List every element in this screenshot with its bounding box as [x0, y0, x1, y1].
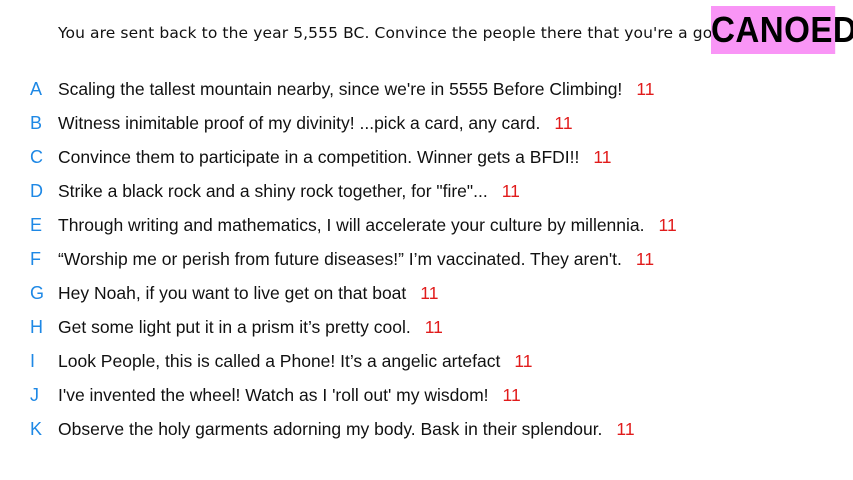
option-score: 11: [554, 113, 573, 133]
option-letter: J: [30, 385, 39, 405]
answer-option-h: H Get some light put it in a prism it’s …: [0, 310, 853, 344]
answer-option-g: G Hey Noah, if you want to live get on t…: [0, 276, 853, 310]
option-text: Observe the holy garments adorning my bo…: [58, 419, 603, 439]
option-text-wrap: “Worship me or perish from future diseas…: [58, 242, 654, 276]
option-letter: K: [30, 419, 43, 439]
option-text: “Worship me or perish from future diseas…: [58, 249, 622, 269]
option-score: 11: [593, 147, 612, 167]
option-text: Look People, this is called a Phone! It’…: [58, 351, 501, 371]
answer-option-c: C Convince them to participate in a comp…: [0, 140, 853, 174]
canoed-stamp: CANOED: [711, 6, 853, 54]
option-text-wrap: Scaling the tallest mountain nearby, sin…: [58, 72, 654, 106]
option-text: Through writing and mathematics, I will …: [58, 215, 645, 235]
option-letter: E: [30, 215, 43, 235]
option-score: 11: [635, 249, 655, 269]
option-letter: D: [30, 181, 43, 201]
option-text: Convince them to participate in a compet…: [58, 147, 580, 167]
answer-option-b: B Witness inimitable proof of my divinit…: [0, 106, 853, 140]
option-text-wrap: Look People, this is called a Phone! It’…: [58, 344, 532, 378]
option-letter: H: [30, 317, 43, 337]
answer-option-a: A Scaling the tallest mountain nearby, s…: [0, 72, 853, 106]
option-score: 11: [658, 215, 677, 235]
answer-option-d: D Strike a black rock and a shiny rock t…: [0, 174, 853, 208]
option-score: 11: [420, 283, 439, 303]
option-text: Hey Noah, if you want to live get on tha…: [58, 283, 407, 303]
option-score: 11: [424, 317, 443, 337]
option-letter: C: [30, 147, 43, 167]
option-letter: A: [30, 79, 43, 99]
option-score: 11: [514, 351, 533, 371]
option-letter: G: [30, 283, 45, 303]
option-score: 11: [501, 181, 520, 201]
answer-option-e: E Through writing and mathematics, I wil…: [0, 208, 853, 242]
option-text: Get some light put it in a prism it’s pr…: [58, 317, 411, 337]
option-text-wrap: Through writing and mathematics, I will …: [58, 208, 677, 242]
question-prompt: You are sent back to the year 5,555 BC. …: [58, 24, 728, 42]
option-score: 11: [616, 419, 635, 439]
answer-option-k: K Observe the holy garments adorning my …: [0, 412, 853, 446]
option-letter: I: [30, 351, 36, 371]
option-text: I've invented the wheel! Watch as I 'rol…: [58, 385, 489, 405]
option-text-wrap: Strike a black rock and a shiny rock tog…: [58, 174, 520, 208]
option-text-wrap: Hey Noah, if you want to live get on tha…: [58, 276, 438, 310]
answer-list: A Scaling the tallest mountain nearby, s…: [0, 72, 853, 446]
option-text: Strike a black rock and a shiny rock tog…: [58, 181, 488, 201]
option-text: Witness inimitable proof of my divinity!…: [58, 113, 541, 133]
option-text-wrap: Witness inimitable proof of my divinity!…: [58, 106, 573, 140]
answer-option-i: I Look People, this is called a Phone! I…: [0, 344, 853, 378]
answer-option-j: J I've invented the wheel! Watch as I 'r…: [0, 378, 853, 412]
option-score: 11: [502, 385, 521, 405]
option-score: 11: [636, 79, 655, 99]
option-letter: B: [30, 113, 43, 133]
option-text-wrap: Convince them to participate in a compet…: [58, 140, 612, 174]
option-text: Scaling the tallest mountain nearby, sin…: [58, 79, 623, 99]
option-text-wrap: Observe the holy garments adorning my bo…: [58, 412, 635, 446]
option-text-wrap: I've invented the wheel! Watch as I 'rol…: [58, 378, 521, 412]
answer-option-f: F “Worship me or perish from future dise…: [0, 242, 853, 276]
option-letter: F: [30, 249, 41, 269]
option-text-wrap: Get some light put it in a prism it’s pr…: [58, 310, 443, 344]
